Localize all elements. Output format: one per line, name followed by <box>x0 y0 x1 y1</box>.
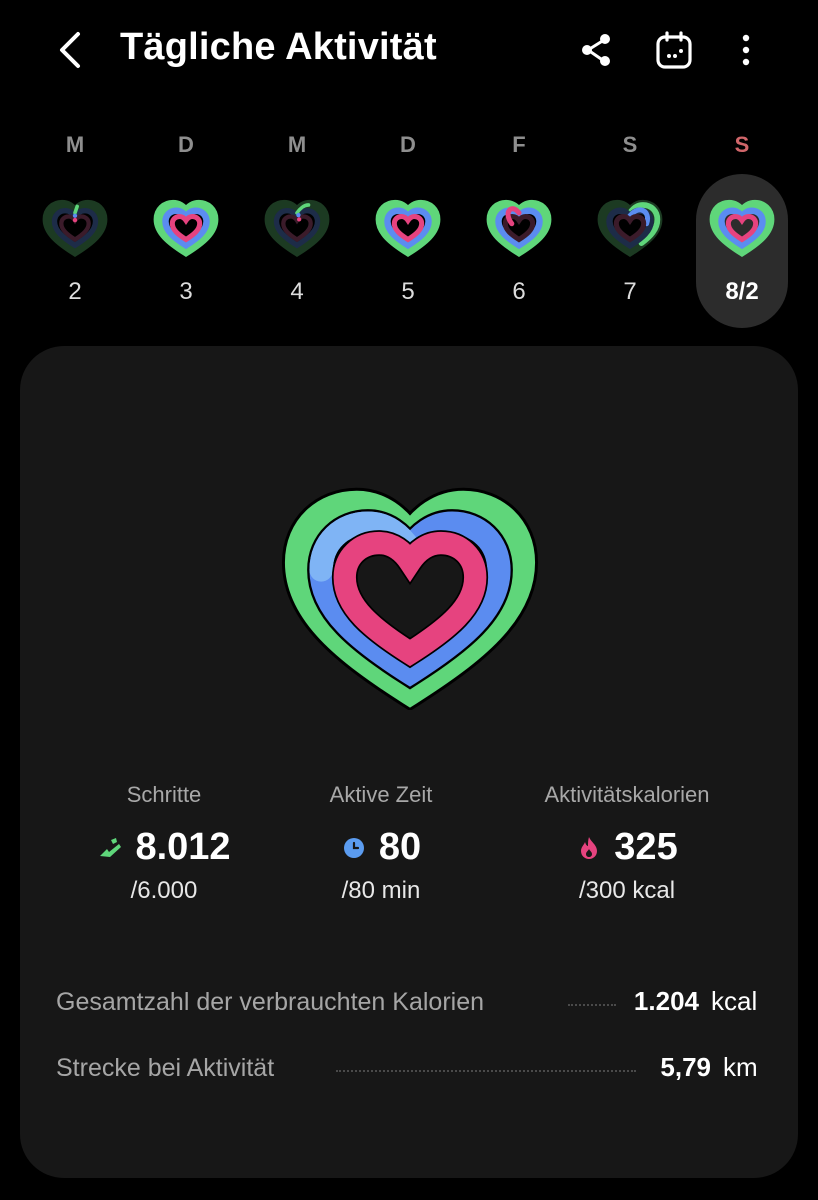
day-date: 4 <box>290 278 304 305</box>
day-letter: D <box>178 132 194 157</box>
day-letter: S <box>622 132 638 157</box>
day-date: 3 <box>179 278 193 305</box>
share-icon <box>582 34 610 66</box>
activity-heart-icon <box>39 192 111 264</box>
day-letter: D <box>400 132 416 157</box>
dotted-leader <box>568 1004 616 1006</box>
day-item-fri[interactable]: F 6 <box>473 118 565 328</box>
activity-heart-icon <box>483 192 555 264</box>
calendar-button[interactable] <box>650 26 698 74</box>
stat-goal: /80 min <box>341 877 421 904</box>
distance-row: Strecke bei Aktivität 5,79 km <box>56 1050 762 1090</box>
distance-label: Strecke bei Aktivität <box>56 1054 275 1082</box>
day-item-sat[interactable]: S 7 <box>584 118 676 328</box>
page-title: Tägliche Aktivität <box>120 26 437 68</box>
more-options-button[interactable] <box>722 26 770 74</box>
week-selector: M 2 D 3 M 4 D 5 F 6 S 7 S 8/2 <box>0 118 818 338</box>
total-calories-label: Gesamtzahl der verbrauchten Kalorien <box>56 988 485 1016</box>
day-date: 7 <box>623 278 637 305</box>
day-letter: M <box>287 132 307 157</box>
clock-icon <box>343 837 364 858</box>
distance-unit: km <box>723 1052 758 1082</box>
activity-summary-card: Schritte 8.012 /6.000 Aktive Zeit 80 /80… <box>20 346 798 1178</box>
day-item-mon[interactable]: M 2 <box>29 118 121 328</box>
running-shoe-icon <box>100 837 122 857</box>
day-letter-sunday: S <box>734 132 750 157</box>
calendar-icon <box>656 31 692 69</box>
day-date: 5 <box>401 278 415 305</box>
day-item-wed[interactable]: M 4 <box>251 118 343 328</box>
activity-heart-icon <box>372 192 444 264</box>
activity-heart-icon <box>706 192 778 264</box>
day-item-sun-selected[interactable]: 8/2 <box>696 174 788 328</box>
stat-calories: Aktivitätskalorien 325 /300 kcal <box>497 782 757 905</box>
stat-label: Aktivitätskalorien <box>544 782 710 807</box>
stat-goal: /300 kcal <box>578 877 676 904</box>
activity-heart-icon <box>594 192 666 264</box>
day-date: 8/2 <box>725 278 759 305</box>
day-letter: F <box>512 132 526 157</box>
activity-rings-heart <box>268 464 552 710</box>
dotted-leader <box>336 1070 636 1072</box>
flame-icon <box>581 836 598 859</box>
distance-value: 5,79 <box>660 1052 711 1082</box>
day-item-thu[interactable]: D 5 <box>362 118 454 328</box>
day-letter: M <box>65 132 85 157</box>
stat-value: 8.012 <box>135 826 231 868</box>
chevron-left-icon <box>60 32 80 68</box>
activity-heart-icon <box>261 192 333 264</box>
day-item-tue[interactable]: D 3 <box>140 118 232 328</box>
stat-value: 80 <box>378 826 422 868</box>
app-header: Tägliche Aktivität <box>0 0 818 100</box>
total-calories-unit: kcal <box>711 986 758 1016</box>
share-button[interactable] <box>572 26 620 74</box>
back-button[interactable] <box>50 26 94 74</box>
stat-label: Aktive Zeit <box>329 782 433 807</box>
day-date: 2 <box>68 278 82 305</box>
total-calories-row: Gesamtzahl der verbrauchten Kalorien 1.2… <box>56 984 762 1024</box>
activity-heart-icon <box>150 192 222 264</box>
total-calories-value: 1.204 <box>633 986 699 1016</box>
more-vertical-icon <box>742 34 750 66</box>
stat-active-time: Aktive Zeit 80 /80 min <box>251 782 511 905</box>
stat-value: 325 <box>614 826 678 868</box>
day-date: 6 <box>512 278 526 305</box>
